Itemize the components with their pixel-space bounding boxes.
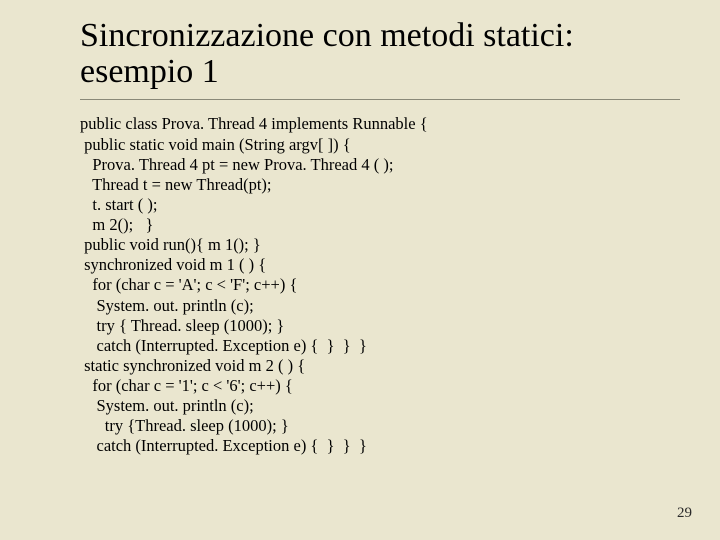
code-line: catch (Interrupted. Exception e) { } } } [80,336,680,356]
code-line: Thread t = new Thread(pt); [80,175,680,195]
slide-title: Sincronizzazione con metodi statici: ese… [80,18,680,89]
code-line: static synchronized void m 2 ( ) { [80,356,680,376]
code-line: m 2(); } [80,215,680,235]
code-block: public class Prova. Thread 4 implements … [80,114,680,456]
code-line: System. out. println (c); [80,296,680,316]
title-line-2: esempio 1 [80,53,219,90]
page-number: 29 [677,505,692,522]
code-line: t. start ( ); [80,195,680,215]
title-divider [80,99,680,100]
slide: Sincronizzazione con metodi statici: ese… [0,0,720,457]
code-line: Prova. Thread 4 pt = new Prova. Thread 4… [80,155,680,175]
code-line: public void run(){ m 1(); } [80,235,680,255]
code-line: public static void main (String argv[ ])… [80,135,680,155]
code-line: for (char c = '1'; c < '6'; c++) { [80,376,680,396]
code-line: System. out. println (c); [80,396,680,416]
code-line: for (char c = 'A'; c < 'F'; c++) { [80,275,680,295]
code-line: try {Thread. sleep (1000); } [80,416,680,436]
code-line: synchronized void m 1 ( ) { [80,255,680,275]
code-line: catch (Interrupted. Exception e) { } } } [80,436,680,456]
title-line-1: Sincronizzazione con metodi statici: [80,17,574,54]
code-line: try { Thread. sleep (1000); } [80,316,680,336]
code-line: public class Prova. Thread 4 implements … [80,114,680,134]
